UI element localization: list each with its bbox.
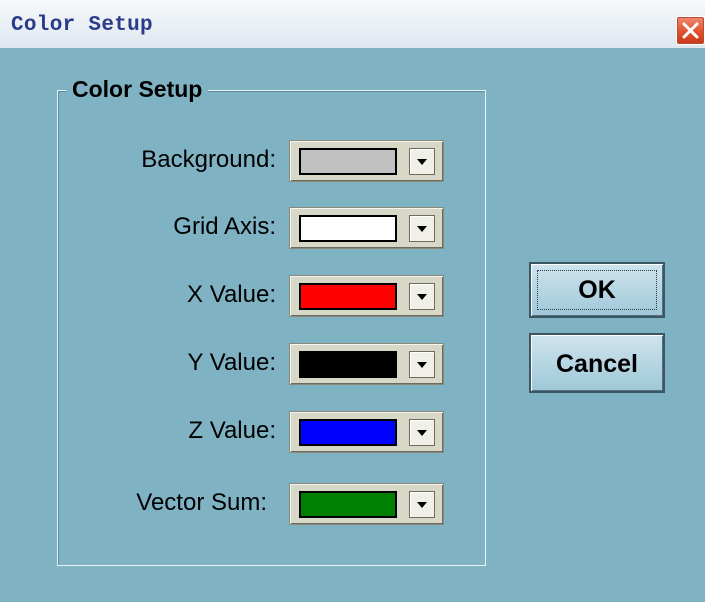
- x-value-color-select[interactable]: [289, 275, 444, 317]
- x-value-label: X Value:: [187, 281, 276, 308]
- y-value-color-swatch: [299, 351, 397, 378]
- x-value-color-swatch: [299, 283, 397, 310]
- grid-axis-color-select[interactable]: [289, 207, 444, 249]
- title-bar[interactable]: Color Setup: [0, 0, 705, 49]
- group-title: Color Setup: [66, 75, 209, 103]
- background-color-swatch: [299, 148, 397, 175]
- vector-sum-color-select[interactable]: [289, 483, 444, 525]
- background-label: Background:: [141, 146, 276, 173]
- y-value-label: Y Value:: [187, 349, 276, 376]
- background-color-select[interactable]: [289, 140, 444, 182]
- chevron-down-icon: [417, 226, 427, 232]
- z-value-label: Z Value:: [188, 417, 276, 444]
- z-value-color-select[interactable]: [289, 411, 444, 453]
- y-value-color-select[interactable]: [289, 343, 444, 385]
- close-icon: [682, 22, 699, 39]
- x-value-dropdown-button[interactable]: [409, 283, 435, 310]
- close-button[interactable]: [676, 16, 705, 45]
- chevron-down-icon: [417, 294, 427, 300]
- cancel-button[interactable]: Cancel: [529, 333, 665, 393]
- grid-axis-label: Grid Axis:: [173, 213, 276, 240]
- background-dropdown-button[interactable]: [409, 148, 435, 175]
- vector-sum-color-swatch: [299, 491, 397, 518]
- chevron-down-icon: [417, 430, 427, 436]
- window-frame-left: [0, 48, 14, 602]
- ok-button-label: OK: [578, 276, 616, 304]
- chevron-down-icon: [417, 159, 427, 165]
- z-value-dropdown-button[interactable]: [409, 419, 435, 446]
- vector-sum-label: Vector Sum:: [136, 489, 267, 516]
- ok-button[interactable]: OK: [529, 262, 665, 318]
- chevron-down-icon: [417, 502, 427, 508]
- grid-axis-dropdown-button[interactable]: [409, 215, 435, 242]
- vector-sum-dropdown-button[interactable]: [409, 491, 435, 518]
- cancel-button-label: Cancel: [556, 350, 638, 378]
- window-title: Color Setup: [11, 14, 153, 37]
- y-value-dropdown-button[interactable]: [409, 351, 435, 378]
- color-setup-dialog: Color Setup Color Setup Background: Grid…: [0, 0, 705, 602]
- chevron-down-icon: [417, 362, 427, 368]
- grid-axis-color-swatch: [299, 215, 397, 242]
- z-value-color-swatch: [299, 419, 397, 446]
